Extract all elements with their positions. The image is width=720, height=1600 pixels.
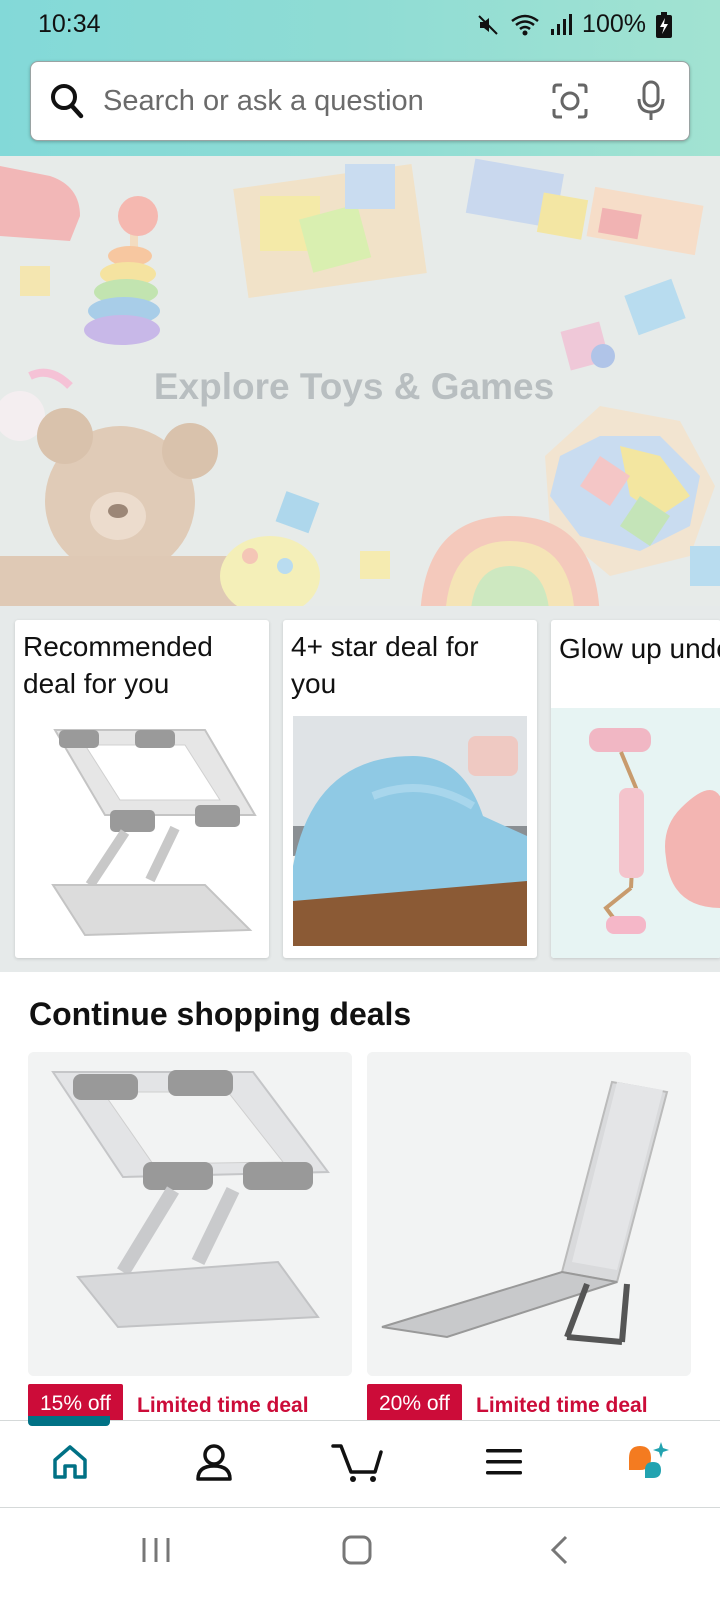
deal-label: Limited time deal: [476, 1394, 648, 1417]
back-chevron-icon: [550, 1535, 568, 1565]
card-glow-up[interactable]: Glow up under $25: [551, 620, 720, 958]
wifi-icon: [510, 13, 540, 37]
hero-title: Explore Toys & Games: [153, 366, 555, 407]
search-input[interactable]: [103, 62, 523, 140]
home-icon: [53, 1445, 87, 1479]
card-four-star-deal[interactable]: 4+ star deal for you: [283, 620, 537, 958]
recent-apps-icon: [142, 1538, 170, 1562]
nav-cart-button[interactable]: [328, 1432, 388, 1492]
nav-home-button[interactable]: [40, 1432, 100, 1492]
discount-badge: 20% off: [367, 1384, 462, 1424]
continue-shopping-title: Continue shopping deals: [29, 996, 412, 1032]
card-recommended-deal[interactable]: Recommended deal for you: [15, 620, 269, 958]
status-bar: 10:34 100%: [0, 0, 720, 54]
battery-charging-icon: [656, 11, 672, 38]
header: 10:34 100%: [0, 0, 720, 156]
laptop-stand-image: [51, 729, 257, 937]
rufus-assistant-icon: [629, 1442, 669, 1478]
status-icons: 100%: [476, 10, 672, 39]
deal-item-laptop-riser[interactable]: [367, 1052, 691, 1376]
nav-rufus-button[interactable]: [618, 1432, 678, 1492]
menu-icon: [486, 1449, 522, 1475]
mattress-topper-image: [293, 716, 527, 946]
nav-account-button[interactable]: [184, 1432, 244, 1492]
jade-roller-image: [551, 708, 720, 958]
camera-scan-icon[interactable]: [551, 82, 589, 125]
user-icon: [196, 1444, 232, 1481]
back-button[interactable]: [544, 1534, 576, 1566]
laptop-riser-image: [367, 1052, 691, 1376]
search-bar[interactable]: [30, 61, 690, 141]
microphone-icon[interactable]: [635, 80, 667, 127]
mute-icon: [476, 13, 500, 37]
search-icon[interactable]: [49, 82, 85, 125]
active-tab-indicator: [28, 1416, 110, 1426]
home-square-icon: [342, 1535, 372, 1565]
hero-banner[interactable]: Explore Toys & Games: [0, 156, 720, 626]
home-system-button[interactable]: [341, 1534, 373, 1566]
deal-label: Limited time deal: [137, 1394, 309, 1417]
nav-menu-button[interactable]: [474, 1432, 534, 1492]
recent-apps-button[interactable]: [140, 1534, 172, 1566]
battery-level: 100%: [582, 10, 646, 38]
cart-icon: [331, 1444, 383, 1482]
amazon-home-screen: 10:34 100% Search or ask a question Expl…: [0, 0, 720, 1600]
card-title: 4+ star deal for you: [291, 631, 479, 699]
deal-item-laptop-stand[interactable]: [28, 1052, 352, 1376]
card-title: Glow up under $25: [559, 633, 720, 664]
status-time: 10:34: [38, 10, 101, 38]
signal-icon: [550, 13, 573, 37]
laptop-stand-image: [28, 1052, 352, 1376]
card-title: Recommended deal for you: [23, 631, 213, 699]
